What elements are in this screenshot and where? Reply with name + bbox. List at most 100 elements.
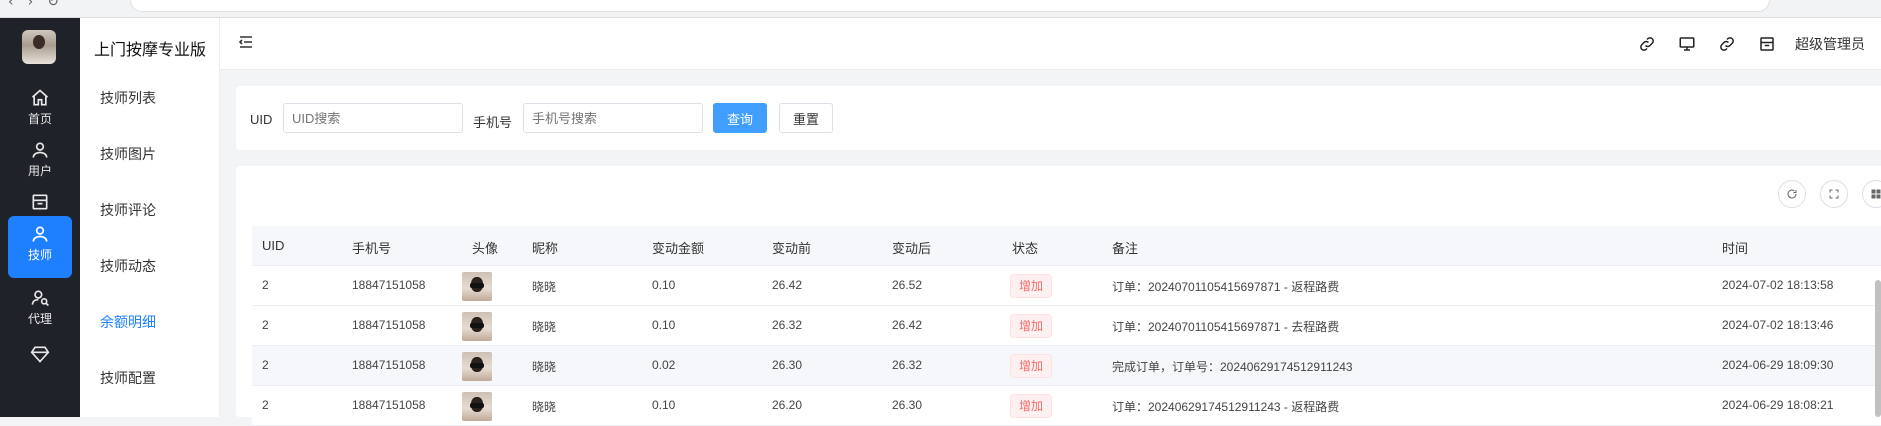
cell-after: 26.32	[892, 358, 923, 372]
cell-before: 26.42	[772, 278, 803, 292]
balance-table-card: UID 手机号 头像 昵称 变动金额 变动前 变动后 状态 备注 时间 2 18…	[236, 166, 1881, 426]
diamond-icon	[30, 346, 50, 363]
monitor-icon	[1679, 37, 1695, 51]
top-actions: 超级管理员	[1627, 32, 1865, 56]
link-button[interactable]	[1627, 32, 1667, 56]
status-badge: 增加	[1010, 354, 1053, 378]
table-row[interactable]: 2 18847151058 晓晓 0.02 26.30 26.32 增加 完成订…	[252, 346, 1881, 386]
app-logo	[22, 30, 56, 64]
grid-icon	[1871, 189, 1881, 199]
col-time: 时间	[1722, 241, 1749, 256]
app-title: 上门按摩专业版	[94, 42, 207, 59]
nav-technician[interactable]: 技师	[8, 216, 72, 278]
nav-agent[interactable]: 代理	[8, 280, 72, 342]
browser-nav-icons[interactable]: ‹›↻	[8, 0, 73, 10]
phone-search-input[interactable]	[523, 103, 703, 133]
cell-uid: 2	[262, 318, 269, 332]
status-badge: 增加	[1010, 314, 1053, 338]
store-button[interactable]	[1747, 32, 1787, 56]
nav-technician-label: 技师	[27, 248, 52, 262]
cell-phone: 18847151058	[352, 318, 426, 332]
address-bar[interactable]	[130, 0, 1770, 12]
technician-icon	[32, 226, 48, 242]
store-icon	[1760, 37, 1774, 51]
agent-icon	[31, 290, 49, 307]
table-scrollbar[interactable]	[1875, 280, 1881, 417]
sub-item-balance-details[interactable]: 余额明细	[100, 312, 156, 332]
cell-uid: 2	[262, 358, 269, 372]
status-badge: 增加	[1010, 394, 1053, 418]
nav-home-label: 首页	[27, 112, 52, 126]
col-status: 状态	[1012, 241, 1039, 256]
cell-amount: 0.10	[652, 278, 676, 292]
cell-amount: 0.10	[652, 318, 676, 332]
col-remark: 备注	[1112, 241, 1139, 256]
menu-toggle-button[interactable]	[238, 34, 254, 54]
col-phone: 手机号	[352, 241, 392, 256]
cell-before: 26.32	[772, 318, 803, 332]
uid-search-input[interactable]	[283, 103, 463, 133]
cell-amount: 0.10	[652, 398, 676, 412]
menu-fold-icon	[238, 36, 252, 48]
monitor-button[interactable]	[1667, 32, 1707, 56]
fullscreen-icon	[1829, 189, 1839, 199]
sub-item-technician-config[interactable]: 技师配置	[100, 368, 156, 388]
link-icon	[1640, 37, 1654, 51]
cell-uid: 2	[262, 278, 269, 292]
refresh-icon	[1787, 189, 1797, 199]
col-amount: 变动金额	[652, 241, 705, 256]
fullscreen-button[interactable]	[1820, 180, 1848, 208]
home-icon	[31, 89, 49, 106]
cell-phone: 18847151058	[352, 358, 426, 372]
nav-user-label: 用户	[27, 164, 52, 178]
admin-user-label[interactable]: 超级管理员	[1795, 34, 1865, 54]
sub-item-technician-moments[interactable]: 技师动态	[100, 256, 156, 276]
cell-amount: 0.02	[652, 358, 676, 372]
cell-remark: 完成订单，订单号：20240629174512911243	[1112, 360, 1353, 374]
cell-remark: 订单：20240629174512911243 - 返程路费	[1112, 400, 1340, 414]
avatar[interactable]	[462, 272, 492, 301]
cell-nickname: 晓晓	[532, 360, 557, 374]
sub-item-technician-images[interactable]: 技师图片	[100, 144, 156, 164]
avatar[interactable]	[462, 352, 492, 381]
cell-time: 2024-06-29 18:08:21	[1722, 398, 1834, 412]
table-row[interactable]: 2 18847151058 晓晓 0.10 26.20 26.30 增加 订单：…	[252, 386, 1881, 426]
col-before: 变动前	[772, 241, 812, 256]
avatar[interactable]	[462, 312, 492, 341]
table-row[interactable]: 2 18847151058 晓晓 0.10 26.42 26.52 增加 订单：…	[252, 266, 1881, 306]
status-badge: 增加	[1010, 274, 1053, 298]
reset-button[interactable]: 重置	[779, 103, 833, 133]
user-icon	[32, 142, 48, 158]
columns-button[interactable]	[1862, 180, 1881, 208]
cell-before: 26.20	[772, 398, 803, 412]
sub-item-technician-reviews[interactable]: 技师评论	[100, 200, 156, 220]
top-bar: 超级管理员	[220, 18, 1881, 70]
link-icon	[1720, 37, 1734, 51]
sub-item-technician-list[interactable]: 技师列表	[100, 88, 156, 108]
query-button[interactable]: 查询	[713, 103, 767, 133]
col-nickname: 昵称	[532, 241, 559, 256]
search-form: UID 手机号 查询 重置	[236, 86, 1881, 150]
col-after: 变动后	[892, 241, 932, 256]
cell-uid: 2	[262, 398, 269, 412]
cell-remark: 订单：20240701105415697871 - 去程路费	[1112, 320, 1340, 334]
uid-label: UID	[250, 112, 273, 127]
refresh-button[interactable]	[1778, 180, 1806, 208]
cell-before: 26.30	[772, 358, 803, 372]
phone-label: 手机号	[473, 115, 513, 130]
sub-sidebar: 上门按摩专业版 技师列表 技师图片 技师评论 技师动态 余额明细 技师配置	[80, 18, 220, 417]
table-row[interactable]: 2 18847151058 晓晓 0.10 26.32 26.42 增加 订单：…	[252, 306, 1881, 346]
nav-agent-label: 代理	[27, 312, 52, 326]
cell-nickname: 晓晓	[532, 400, 557, 414]
nav-more[interactable]	[8, 336, 72, 366]
col-uid: UID	[262, 238, 285, 253]
cell-nickname: 晓晓	[532, 280, 557, 294]
col-avatar: 头像	[472, 241, 499, 256]
cell-remark: 订单：20240701105415697871 - 返程路费	[1112, 280, 1340, 294]
browser-toolbar: ‹›↻	[0, 0, 1881, 18]
cell-after: 26.52	[892, 278, 923, 292]
cell-after: 26.30	[892, 398, 923, 412]
cell-after: 26.42	[892, 318, 923, 332]
link-button-2[interactable]	[1707, 32, 1747, 56]
main-sidebar: 首页 用户 商户 技师 代理	[0, 18, 80, 417]
